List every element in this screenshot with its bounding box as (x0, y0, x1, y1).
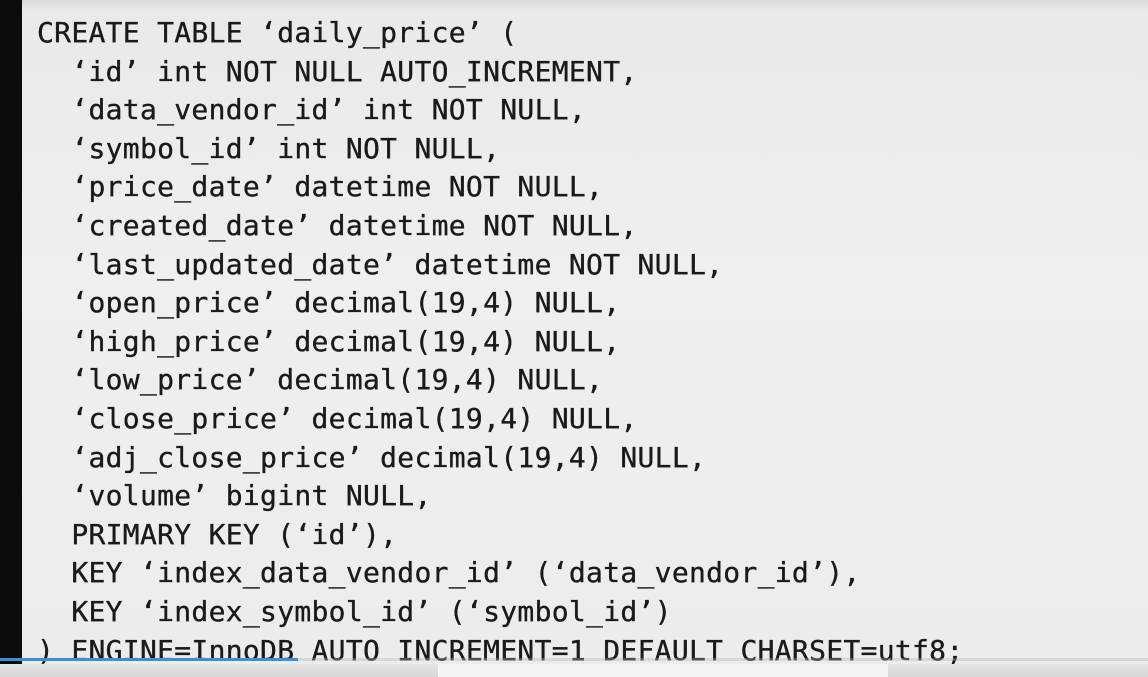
sql-code-block: CREATE TABLE ‘daily_price’ ( ‘id’ int NO… (37, 14, 964, 670)
code-line: ‘low_price’ decimal(19,4) NULL, (37, 363, 604, 397)
code-line: ‘close_price’ decimal(19,4) NULL, (37, 401, 638, 435)
code-line: PRIMARY KEY (‘id’), (37, 517, 398, 551)
video-progress-fill (0, 658, 299, 661)
code-line: ‘last_updated_date’ datetime NOT NULL, (37, 247, 724, 281)
code-line: ‘created_date’ datetime NOT NULL, (37, 208, 638, 242)
code-line: ‘high_price’ decimal(19,4) NULL, (37, 324, 621, 358)
code-line: ‘id’ int NOT NULL AUTO_INCREMENT, (37, 54, 638, 88)
code-line: ‘open_price’ decimal(19,4) NULL, (37, 286, 621, 320)
video-progress-bar[interactable] (0, 658, 1148, 661)
code-line: ‘symbol_id’ int NOT NULL, (37, 131, 501, 165)
code-line: ‘adj_close_price’ decimal(19,4) NULL, (37, 440, 707, 474)
code-line: ‘price_date’ datetime NOT NULL, (37, 170, 604, 204)
code-line: ‘data_vendor_id’ int NOT NULL, (37, 93, 587, 127)
video-frame[interactable]: CREATE TABLE ‘daily_price’ ( ‘id’ int NO… (0, 0, 1148, 677)
top-shade (22, 0, 1148, 10)
code-line: ‘volume’ bigint NULL, (37, 479, 432, 513)
code-line: KEY ‘index_data_vendor_id’ (‘data_vendor… (37, 556, 861, 590)
code-line: CREATE TABLE ‘daily_price’ ( (37, 16, 518, 49)
code-line: KEY ‘index_symbol_id’ (‘symbol_id’) (37, 594, 672, 628)
player-bottom-highlight (438, 664, 888, 677)
left-black-border (0, 0, 22, 677)
